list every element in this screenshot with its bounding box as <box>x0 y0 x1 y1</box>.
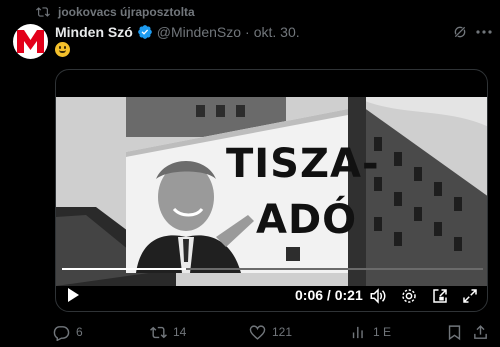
video-scene <box>56 97 487 286</box>
repost-button[interactable]: 14 <box>150 322 186 342</box>
repost-icon <box>36 7 50 17</box>
post-date[interactable]: okt. 30. <box>254 24 300 40</box>
time-separator: / <box>326 287 331 303</box>
share-button[interactable] <box>472 322 489 342</box>
separator-dot: · <box>245 24 250 40</box>
video-frame[interactable]: TISZA- ADÓ <box>56 97 487 286</box>
views-button[interactable]: 1 E <box>350 322 391 342</box>
total-duration: 0:21 <box>334 287 363 303</box>
repost-label: jookovacs újraposztolta <box>58 5 195 19</box>
video-player[interactable]: TISZA- ADÓ 0:06 / 0:21 <box>55 69 488 312</box>
author-handle[interactable]: @MindenSzo <box>157 24 241 40</box>
picture-in-picture-icon[interactable] <box>431 287 449 305</box>
elapsed-time: 0:06 <box>295 287 324 303</box>
fullscreen-icon[interactable] <box>461 287 479 305</box>
grok-icon[interactable] <box>452 24 468 40</box>
views-count: 1 E <box>373 325 392 339</box>
repost-count: 14 <box>173 325 187 339</box>
video-time: 0:06 / 0:21 <box>295 287 363 303</box>
views-chart-icon <box>352 326 363 338</box>
reply-button[interactable]: 6 <box>53 322 83 342</box>
repost-action-icon <box>150 326 167 338</box>
avatar[interactable] <box>13 24 48 59</box>
verified-badge-icon[interactable] <box>137 24 153 40</box>
more-options-icon[interactable] <box>476 30 492 34</box>
author-name[interactable]: Minden Szó <box>55 24 133 40</box>
billboard-line-1: TISZA- <box>226 141 380 187</box>
video-progress-fill <box>62 268 186 270</box>
share-icon <box>474 324 487 339</box>
video-progress-bar[interactable] <box>62 268 483 270</box>
bookmark-button[interactable] <box>446 322 463 342</box>
like-button[interactable]: 121 <box>249 322 292 342</box>
settings-gear-icon[interactable] <box>400 287 418 305</box>
repost-context[interactable]: jookovacs újraposztolta <box>36 4 195 20</box>
bookmark-icon <box>448 324 461 340</box>
smiling-face-emoji <box>55 42 70 57</box>
billboard-line-2: ADÓ <box>256 197 358 243</box>
like-count: 121 <box>272 325 293 339</box>
heart-icon <box>249 324 266 340</box>
brand-logo-m <box>17 30 44 53</box>
play-icon[interactable] <box>65 287 81 303</box>
tweet-action-bar: 6 14 121 1 E <box>0 322 500 342</box>
reply-icon <box>53 325 70 341</box>
volume-icon[interactable] <box>369 287 387 305</box>
tweet-header: Minden Szó @MindenSzo · okt. 30. <box>55 22 300 42</box>
reply-count: 6 <box>76 325 83 339</box>
